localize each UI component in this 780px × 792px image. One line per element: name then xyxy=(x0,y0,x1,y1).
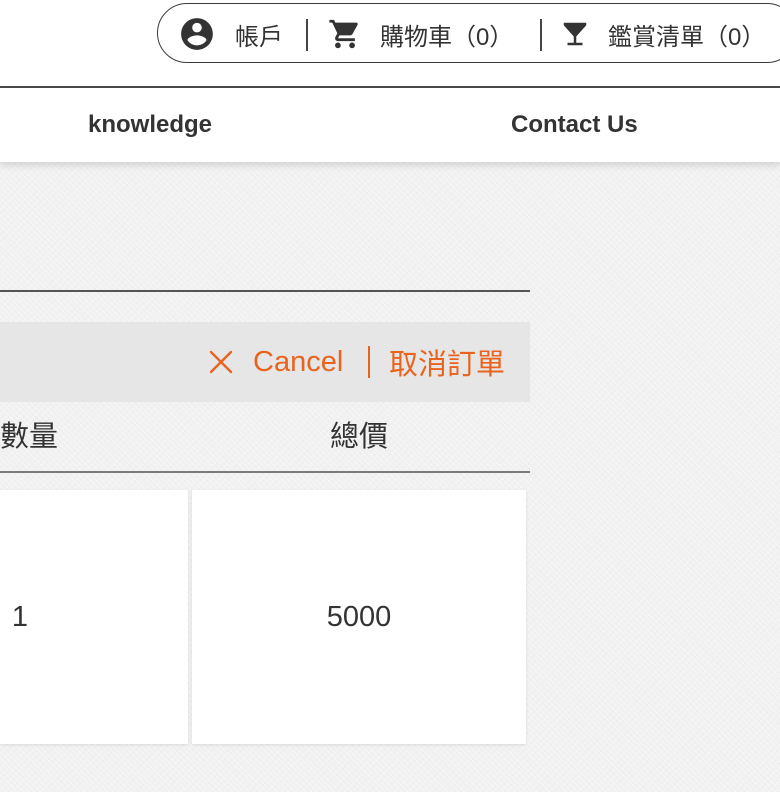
main-nav: knowledge Contact Us xyxy=(0,88,780,162)
account-circle-icon xyxy=(178,15,216,53)
utility-divider xyxy=(540,19,542,51)
cancel-button[interactable]: Cancel xyxy=(206,322,343,402)
wishlist-label: 鑑賞清單（0） xyxy=(608,23,766,51)
column-header-total: 總價 xyxy=(330,421,389,453)
account-label: 帳戶 xyxy=(235,23,283,51)
total-value: 5000 xyxy=(326,600,392,633)
account-link[interactable]: 帳戶 xyxy=(178,4,283,64)
top-utility-bar: 帳戶 購物車（0） 鑑賞清單（0） xyxy=(0,0,780,88)
order-action-bar: Cancel 取消訂單 xyxy=(0,322,530,402)
total-cell: 5000 xyxy=(192,490,526,744)
cart-link[interactable]: 購物車（0） xyxy=(328,4,513,64)
cancel-divider xyxy=(368,346,370,378)
utility-pill: 帳戶 購物車（0） 鑑賞清單（0） xyxy=(157,3,780,63)
order-section-divider xyxy=(0,290,530,292)
quantity-value: 1 xyxy=(11,600,29,633)
shopping-cart-icon xyxy=(328,17,362,51)
header-divider xyxy=(0,471,530,473)
quantity-cell: 1 xyxy=(0,490,188,744)
cancel-label: Cancel xyxy=(253,345,344,378)
column-header-quantity: 數量 xyxy=(0,421,59,453)
utility-divider xyxy=(306,19,308,51)
wishlist-link[interactable]: 鑑賞清單（0） xyxy=(560,4,765,64)
close-icon xyxy=(206,347,236,377)
nav-item-knowledge[interactable]: knowledge xyxy=(88,88,212,162)
nav-item-contact-us[interactable]: Contact Us xyxy=(511,88,638,162)
cancel-order-label: 取消訂單 xyxy=(389,349,506,381)
cancel-order-button[interactable]: 取消訂單 xyxy=(389,322,505,402)
cart-label: 購物車（0） xyxy=(380,23,514,51)
cocktail-glass-icon xyxy=(560,17,590,51)
